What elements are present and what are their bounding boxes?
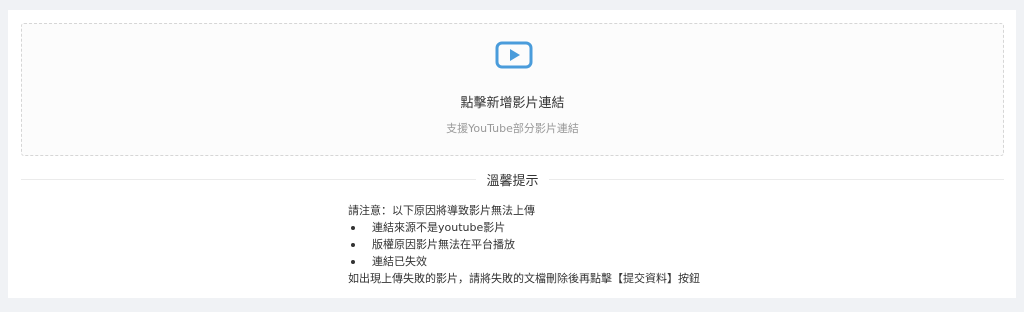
video-play-icon — [495, 41, 533, 69]
bullet-icon — [351, 260, 355, 264]
notice-item-text: 連結來源不是youtube影片 — [372, 221, 506, 234]
video-link-panel: 點擊新增影片連結 支援YouTube部分影片連結 溫馨提示 請注意：以下原因將導… — [8, 10, 1016, 298]
notice-footer: 如出現上傳失敗的影片，請將失敗的文檔刪除後再點擊【提交資料】按鈕 — [348, 272, 700, 285]
divider-line-left — [21, 179, 476, 180]
add-video-link-dropzone[interactable]: 點擊新增影片連結 支援YouTube部分影片連結 — [21, 23, 1004, 156]
notice-divider: 溫馨提示 — [21, 168, 1004, 190]
notice-intro: 請注意：以下原因將導致影片無法上傳 — [348, 204, 535, 217]
notice-item-text: 連結已失效 — [372, 255, 427, 268]
notice-list-item: 版權原因影片無法在平台播放 — [348, 236, 908, 253]
notice-item-text: 版權原因影片無法在平台播放 — [372, 238, 515, 251]
notice-list-item: 連結已失效 — [348, 253, 908, 270]
add-video-link-label: 點擊新增影片連結 — [460, 96, 565, 111]
divider-line-right — [549, 179, 1004, 180]
bullet-icon — [351, 243, 355, 247]
notice-heading: 溫馨提示 — [476, 170, 549, 189]
notice-list: 連結來源不是youtube影片 版權原因影片無法在平台播放 連結已失效 — [348, 219, 908, 270]
supported-links-hint: 支援YouTube部分影片連結 — [446, 122, 579, 135]
bullet-icon — [351, 226, 355, 230]
notice-list-item: 連結來源不是youtube影片 — [348, 219, 908, 236]
notice-content: 請注意：以下原因將導致影片無法上傳 連結來源不是youtube影片 版權原因影片… — [348, 202, 908, 287]
